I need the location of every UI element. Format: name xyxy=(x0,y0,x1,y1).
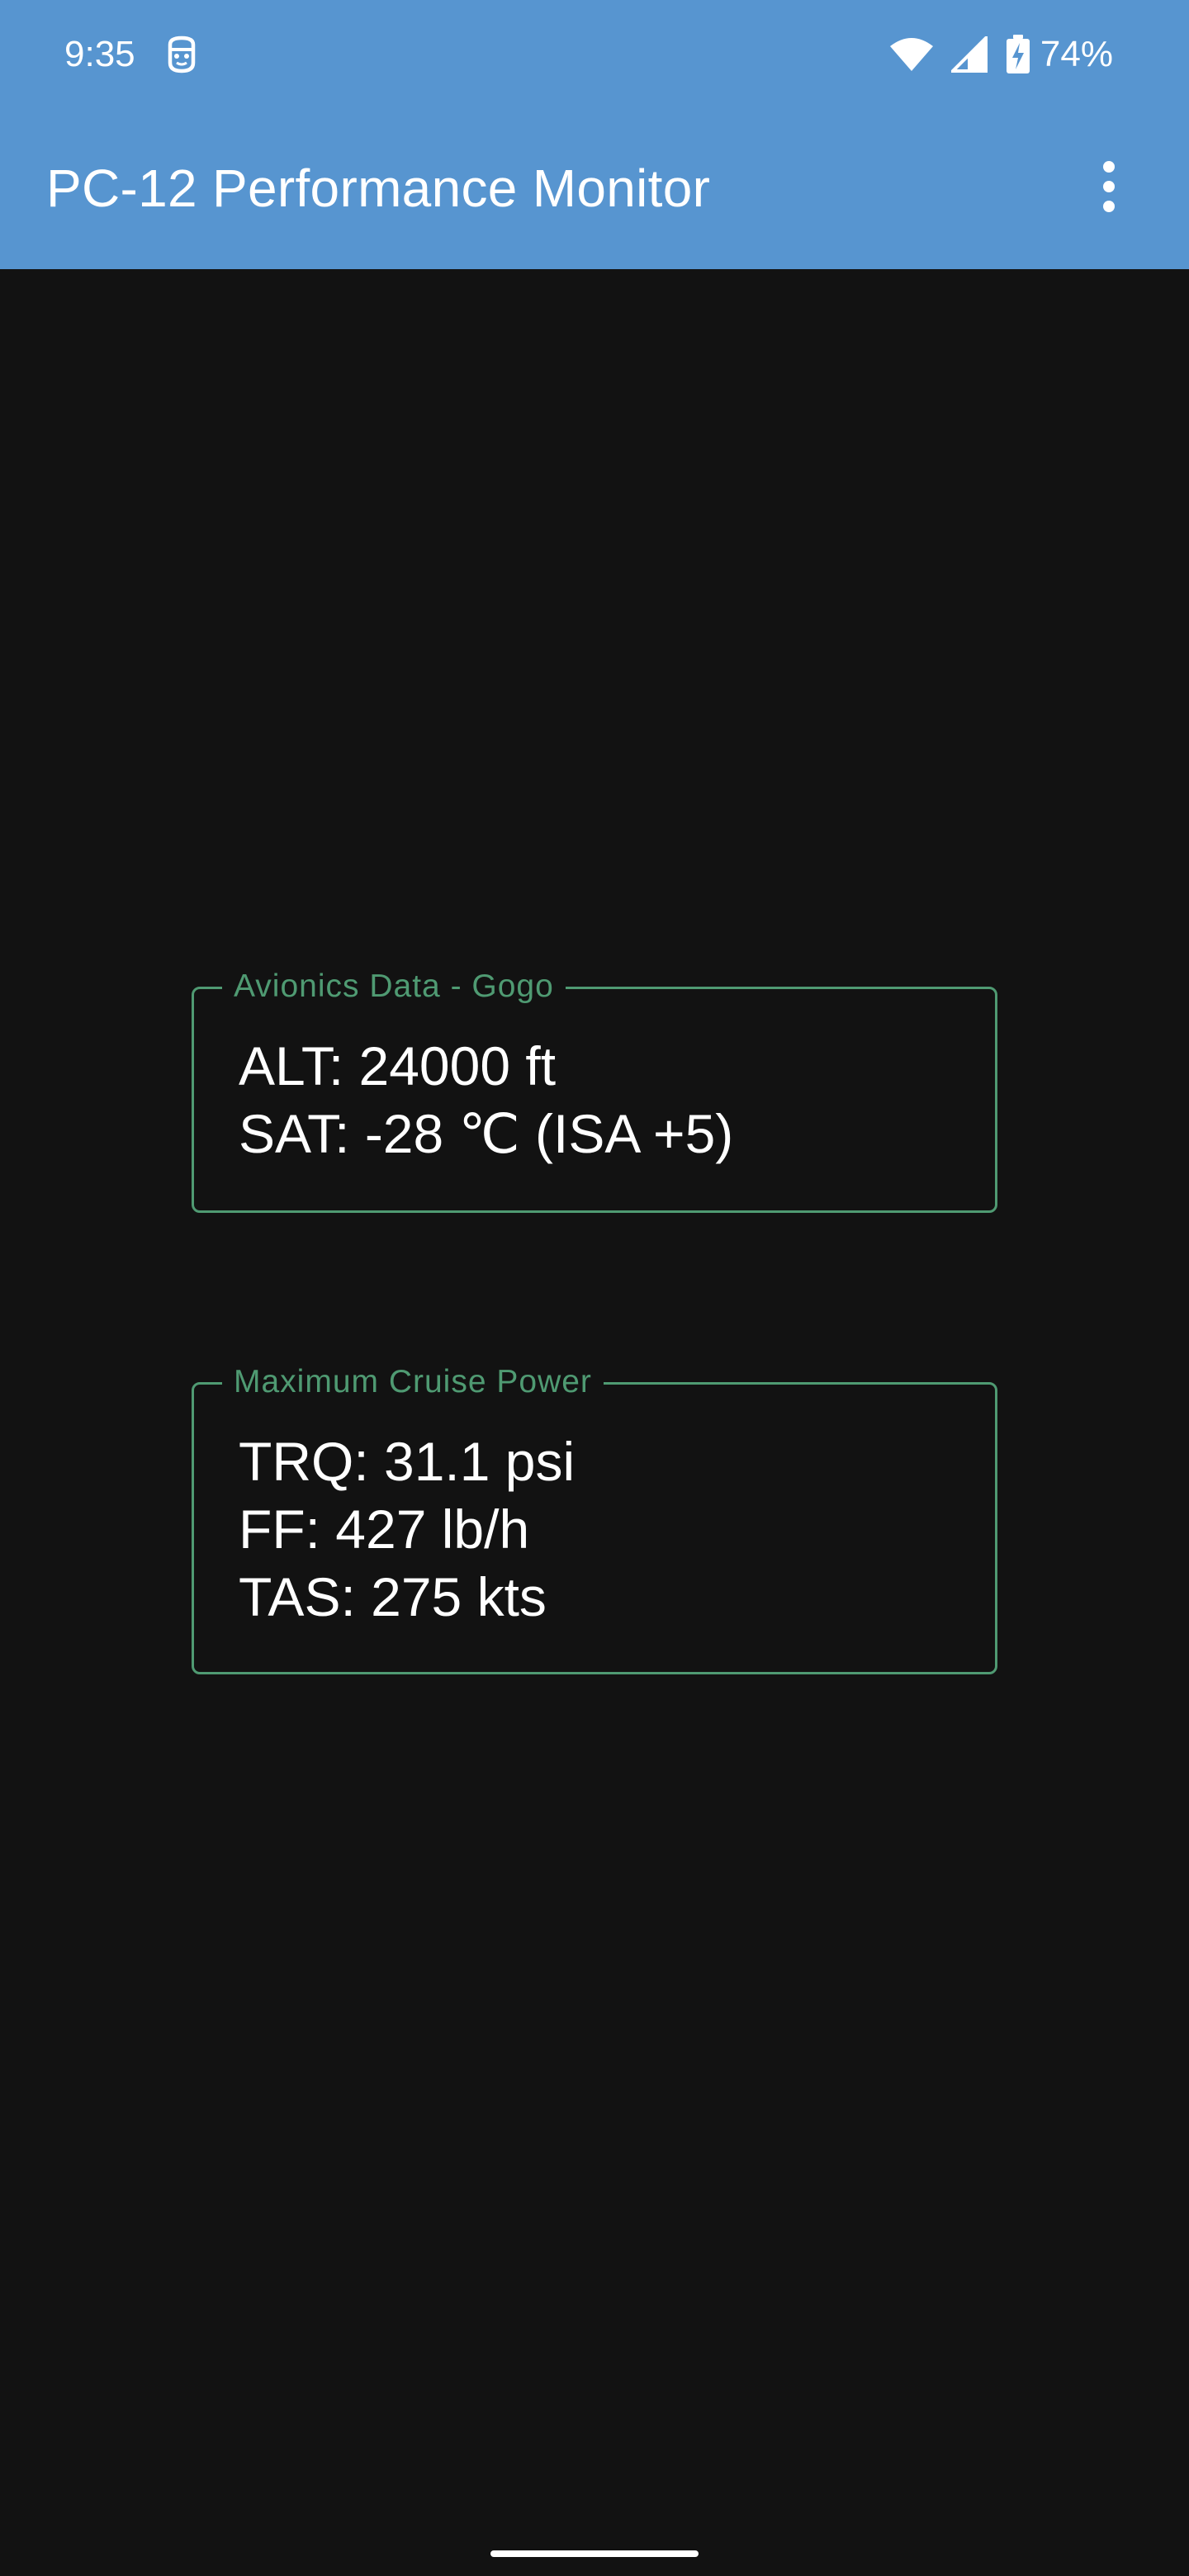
fuel-flow-readout: FF: 427 lb/h xyxy=(239,1499,530,1560)
app-title: PC-12 Performance Monitor xyxy=(46,159,711,218)
panel-title: Maximum Cruise Power xyxy=(222,1361,604,1403)
altitude-readout: ALT: 24000 ft xyxy=(239,1035,557,1096)
app-bar: 9:35 74% PC-12 Performance Monitor xyxy=(0,0,1189,269)
home-indicator[interactable] xyxy=(490,2550,699,2557)
status-indicators: 74% xyxy=(888,31,1113,78)
status-bar: 9:35 74% xyxy=(0,0,1189,107)
signal-icon xyxy=(950,36,1006,73)
torque-readout: TRQ: 31.1 psi xyxy=(239,1431,576,1492)
face-icon xyxy=(162,33,201,76)
sat-readout: SAT: -28 ℃ (ISA +5) xyxy=(239,1103,734,1164)
wifi-icon xyxy=(888,36,951,73)
tas-readout: TAS: 275 kts xyxy=(239,1566,547,1627)
avionics-data-panel: Avionics Data - Gogo ALT: 24000 ft SAT: … xyxy=(192,966,997,1213)
battery-charging-icon xyxy=(1006,35,1040,74)
status-time: 9:35 xyxy=(64,34,135,74)
panel-title: Avionics Data - Gogo xyxy=(222,966,566,1007)
max-cruise-power-panel: Maximum Cruise Power TRQ: 31.1 psi FF: 4… xyxy=(192,1361,997,1674)
more-vert-icon xyxy=(1101,160,1117,217)
battery-percent: 74% xyxy=(1040,34,1113,74)
more-options-button[interactable] xyxy=(1082,152,1136,225)
